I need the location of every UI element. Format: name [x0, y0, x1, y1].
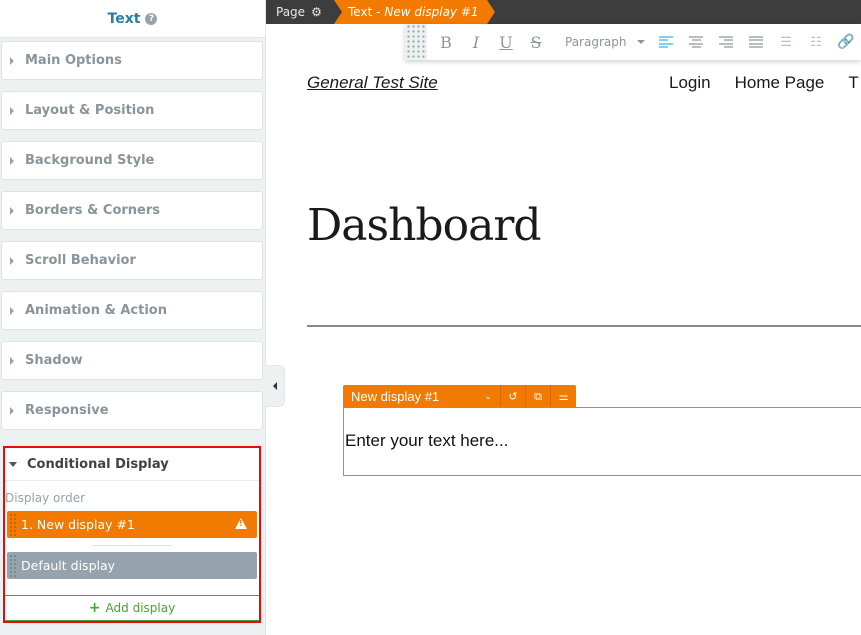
panel-label: Animation & Action	[25, 303, 167, 318]
strikethrough-button[interactable]: S	[521, 24, 551, 60]
display-item-label: Default display	[21, 558, 116, 573]
sidebar-header: Text ?	[0, 0, 265, 38]
display-order-label: Display order	[5, 491, 86, 505]
align-right-button[interactable]	[711, 24, 741, 60]
caret-right-icon	[10, 406, 14, 415]
panel-label: Main Options	[25, 53, 122, 68]
panel-main-options[interactable]: Main Options	[1, 41, 263, 80]
link-button[interactable]: 🔗	[831, 24, 861, 60]
drag-handle-icon[interactable]	[9, 512, 17, 537]
align-center-button[interactable]	[681, 24, 711, 60]
breadcrumb-display-name: New display #1	[384, 5, 479, 19]
bold-button[interactable]: B	[431, 24, 461, 60]
display-item-label: 1. New display #1	[21, 517, 135, 532]
panel-animation-action[interactable]: Animation & Action	[1, 291, 263, 330]
link-icon: 🔗	[837, 34, 855, 50]
gear-icon[interactable]: ⚙	[311, 5, 322, 19]
breadcrumb-bar: Page ⚙ Text - New display #1	[266, 0, 861, 24]
align-justify-button[interactable]	[741, 24, 771, 60]
element-display-toolbar: New display #1 ⌄ ↺ ⧉ ⚌	[343, 385, 576, 408]
underline-button[interactable]: U	[491, 24, 521, 60]
reset-button[interactable]: ↺	[501, 385, 526, 408]
caret-right-icon	[10, 56, 14, 65]
sliders-icon: ⚌	[558, 390, 569, 403]
settings-button[interactable]: ⚌	[551, 385, 576, 408]
undo-icon: ↺	[508, 390, 518, 403]
conditional-display-header[interactable]: Conditional Display	[5, 448, 259, 481]
display-item-new-display-1[interactable]: 1. New display #1	[7, 511, 257, 538]
conditional-display-title: Conditional Display	[27, 456, 169, 472]
caret-down-icon	[9, 461, 17, 467]
format-select-value: Paragraph	[565, 35, 627, 49]
horizontal-rule	[307, 325, 861, 327]
panel-shadow[interactable]: Shadow	[1, 341, 263, 380]
add-display-label: Add display	[105, 601, 176, 615]
page-heading: Dashboard	[307, 200, 542, 251]
display-select-value: New display #1	[351, 389, 440, 404]
caret-right-icon	[10, 206, 14, 215]
breadcrumb-page[interactable]: Page ⚙	[276, 0, 322, 24]
text-format-toolbar: B I U S Paragraph ☰ ☷ 🔗	[405, 24, 861, 60]
panel-background-style[interactable]: Background Style	[1, 141, 263, 180]
caret-left-icon	[272, 382, 277, 390]
breadcrumb-page-label: Page	[276, 5, 306, 19]
warning-icon	[235, 518, 247, 529]
panel-label: Responsive	[25, 403, 109, 418]
align-justify-icon	[749, 36, 763, 48]
collapse-sidebar-button[interactable]	[265, 365, 285, 407]
panel-scroll-behavior[interactable]: Scroll Behavior	[1, 241, 263, 280]
caret-down-icon	[637, 40, 645, 44]
display-select[interactable]: New display #1 ⌄	[343, 385, 501, 408]
site-nav: Login Home Page T	[669, 73, 859, 93]
bullet-list-button[interactable]: ☰	[771, 24, 801, 60]
nav-home-page[interactable]: Home Page	[735, 73, 825, 93]
drag-handle-icon[interactable]	[405, 24, 427, 60]
align-center-icon	[689, 36, 703, 48]
duplicate-button[interactable]: ⧉	[526, 385, 551, 408]
chevron-down-icon: ⌄	[484, 391, 492, 401]
divider	[92, 545, 172, 546]
panel-responsive[interactable]: Responsive	[1, 391, 263, 430]
bullet-list-icon: ☰	[780, 34, 792, 50]
panel-layout-position[interactable]: Layout & Position	[1, 91, 263, 130]
add-display-button[interactable]: + Add display	[5, 595, 259, 621]
caret-right-icon	[10, 356, 14, 365]
italic-button[interactable]: I	[461, 24, 491, 60]
copy-icon: ⧉	[534, 389, 542, 403]
display-item-default[interactable]: Default display	[7, 552, 257, 579]
nav-item-truncated[interactable]: T	[848, 73, 858, 93]
align-left-icon	[659, 36, 673, 48]
breadcrumb-prefix: Text -	[348, 5, 381, 19]
panel-label: Borders & Corners	[25, 203, 161, 218]
conditional-display-panel: Conditional Display Display order 1. New…	[3, 446, 261, 623]
panel-borders-corners[interactable]: Borders & Corners	[1, 191, 263, 230]
caret-right-icon	[10, 306, 14, 315]
format-select[interactable]: Paragraph	[551, 24, 651, 60]
panel-label: Scroll Behavior	[25, 253, 136, 268]
breadcrumb-text-element[interactable]: Text - New display #1	[334, 0, 495, 24]
panel-label: Background Style	[25, 153, 155, 168]
caret-right-icon	[10, 156, 14, 165]
caret-right-icon	[10, 106, 14, 115]
panel-label: Layout & Position	[25, 103, 155, 118]
align-right-icon	[719, 36, 733, 48]
panel-label: Shadow	[25, 353, 83, 368]
settings-sidebar: Text ? Main Options Layout & Position Ba…	[0, 0, 266, 635]
nav-login[interactable]: Login	[669, 73, 711, 93]
drag-handle-icon[interactable]	[9, 553, 17, 578]
plus-icon: +	[88, 600, 101, 616]
align-left-button[interactable]	[651, 24, 681, 60]
caret-right-icon	[10, 256, 14, 265]
sidebar-title: Text	[107, 10, 141, 27]
numbered-list-icon: ☷	[810, 34, 822, 50]
text-element-content[interactable]: Enter your text here...	[345, 431, 508, 451]
question-circle-icon[interactable]: ?	[145, 12, 158, 25]
site-title-link[interactable]: General Test Site	[307, 73, 438, 93]
numbered-list-button[interactable]: ☷	[801, 24, 831, 60]
